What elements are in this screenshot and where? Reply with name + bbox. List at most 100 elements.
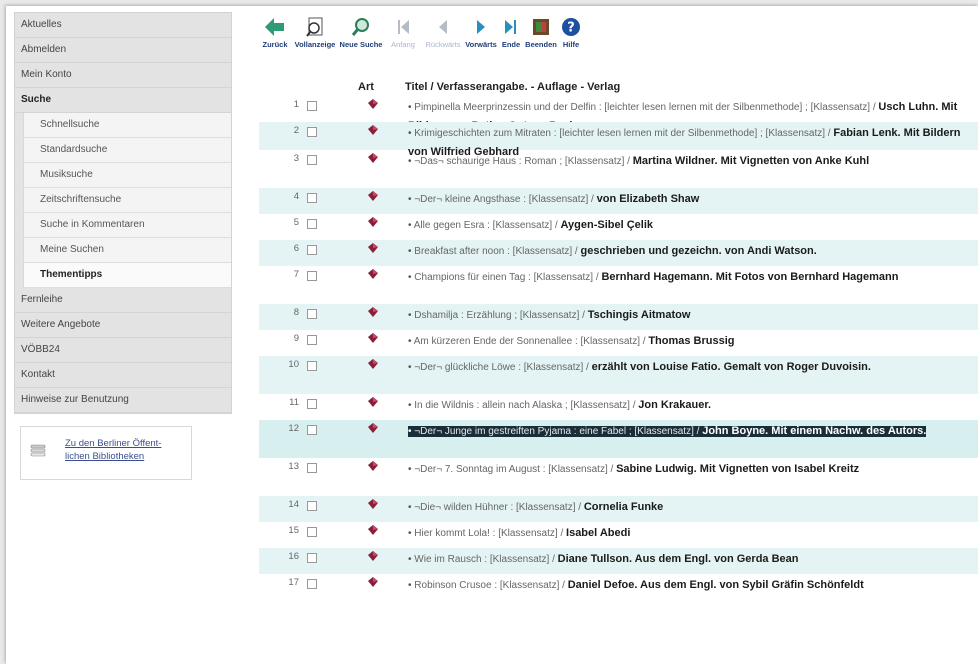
berlin-libraries-link[interactable]: Zu den Berliner Öffent-lichen Bibliothek…	[65, 437, 185, 463]
title-text: ¬Der¬ Junge im gestreiften Pyjama : eine…	[414, 426, 700, 437]
sidebar-item-hinweise-zur-benutzung[interactable]: Hinweise zur Benutzung	[15, 388, 231, 413]
book-icon	[368, 99, 378, 109]
row-checkbox[interactable]	[307, 219, 317, 229]
author-text: Martina Wildner. Mit Vignetten von Anke …	[632, 155, 870, 167]
sidebar-item-weitere-angebote[interactable]: Weitere Angebote	[15, 313, 231, 338]
book-icon	[368, 359, 378, 369]
table-row[interactable]: 12 • ¬Der¬ Junge im gestreiften Pyjama : …	[259, 420, 978, 458]
table-row[interactable]: 4 • ¬Der¬ kleine Angsthase : [Klassensatz…	[259, 188, 978, 214]
row-title[interactable]: • ¬Der¬ 7. Sonntag im August : [Klassens…	[408, 460, 978, 479]
help-button[interactable]: ? Hilfe	[546, 14, 596, 49]
table-row[interactable]: 5 • Alle gegen Esra : [Klassensatz] / Ayg…	[259, 214, 978, 240]
row-checkbox[interactable]	[307, 463, 317, 473]
row-checkbox[interactable]	[307, 271, 317, 281]
sidebar-item-mein-konto[interactable]: Mein Konto	[15, 63, 231, 88]
sidebar-item-zeitschriftensuche[interactable]: Zeitschriftensuche	[23, 188, 231, 213]
row-number: 13	[288, 461, 299, 472]
row-title[interactable]: • Champions für einen Tag : [Klassensatz…	[408, 268, 978, 287]
table-row[interactable]: 13 • ¬Der¬ 7. Sonntag im August : [Klasse…	[259, 458, 978, 496]
row-number: 2	[293, 125, 299, 136]
row-title[interactable]: • ¬Der¬ Junge im gestreiften Pyjama : ei…	[408, 422, 978, 441]
title-text: Alle gegen Esra : [Klassensatz] /	[413, 220, 558, 231]
sidebar-item-thementipps[interactable]: Thementipps	[23, 263, 231, 288]
sidebar-item-standardsuche[interactable]: Standardsuche	[23, 138, 231, 163]
row-number: 15	[288, 525, 299, 536]
row-number: 16	[288, 551, 299, 562]
new-search-icon	[351, 18, 369, 36]
title-text: ¬Das¬ schaurige Haus : Roman ; [Klassens…	[414, 156, 630, 167]
sidebar-item-suche[interactable]: Suche	[15, 88, 231, 113]
table-row[interactable]: 14 • ¬Die¬ wilden Hühner : [Klassensatz] …	[259, 496, 978, 522]
book-icon	[368, 499, 378, 509]
row-checkbox[interactable]	[307, 127, 317, 137]
book-icon	[368, 525, 378, 535]
row-title[interactable]: • Am kürzeren Ende der Sonnenallee : [Kl…	[408, 332, 978, 351]
row-title[interactable]: • ¬Der¬ glückliche Löwe : [Klassensatz] …	[408, 358, 978, 377]
author-text: Daniel Defoe. Aus dem Engl. von Sybil Gr…	[567, 579, 864, 591]
sidebar-item-meine-suchen[interactable]: Meine Suchen	[23, 238, 231, 263]
row-title[interactable]: • Robinson Crusoe : [Klassensatz] / Dani…	[408, 576, 978, 595]
table-row[interactable]: 17 • Robinson Crusoe : [Klassensatz] / Da…	[259, 574, 978, 614]
table-row[interactable]: 15 • Hier kommt Lola! : [Klassensatz] / I…	[259, 522, 978, 548]
row-checkbox[interactable]	[307, 501, 317, 511]
author-text: Diane Tullson. Aus dem Engl. von Gerda B…	[557, 553, 799, 565]
table-row[interactable]: 10 • ¬Der¬ glückliche Löwe : [Klassensatz…	[259, 356, 978, 394]
sidebar-item-schnellsuche[interactable]: Schnellsuche	[23, 113, 231, 138]
row-checkbox[interactable]	[307, 193, 317, 203]
table-row[interactable]: 3 • ¬Das¬ schaurige Haus : Roman ; [Klass…	[259, 150, 978, 188]
row-checkbox[interactable]	[307, 309, 317, 319]
sidebar-item-musiksuche[interactable]: Musiksuche	[23, 163, 231, 188]
row-number: 4	[293, 191, 299, 202]
sidebar-item-abmelden[interactable]: Abmelden	[15, 38, 231, 63]
table-row[interactable]: 1 • Pimpinella Meerprinzessin und der Del…	[259, 96, 978, 132]
title-text: Champions für einen Tag : [Klassensatz] …	[414, 272, 599, 283]
row-checkbox[interactable]	[307, 579, 317, 589]
author-text: Aygen-Sibel Çelik	[560, 219, 653, 231]
sidebar-item-vöbb24[interactable]: VÖBB24	[15, 338, 231, 363]
row-number: 11	[289, 397, 299, 408]
row-title[interactable]: • In die Wildnis : allein nach Alaska ; …	[408, 396, 978, 415]
table-row[interactable]: 7 • Champions für einen Tag : [Klassensat…	[259, 266, 978, 304]
row-number: 3	[293, 153, 299, 164]
book-icon	[368, 333, 378, 343]
title-text: Dshamilja : Erzählung ; [Klassensatz] /	[414, 310, 585, 321]
row-title[interactable]: • Alle gegen Esra : [Klassensatz] / Ayge…	[408, 216, 978, 235]
row-checkbox[interactable]	[307, 245, 317, 255]
sidebar-item-kontakt[interactable]: Kontakt	[15, 363, 231, 388]
row-checkbox[interactable]	[307, 335, 317, 345]
row-checkbox[interactable]	[307, 361, 317, 371]
title-text: Wie im Rausch : [Klassensatz] /	[414, 554, 555, 565]
row-checkbox[interactable]	[307, 527, 317, 537]
row-number: 6	[293, 243, 299, 254]
full-view-button[interactable]: Vollanzeige	[290, 14, 340, 49]
row-title[interactable]: • Dshamilja : Erzählung ; [Klassensatz] …	[408, 306, 978, 325]
row-checkbox[interactable]	[307, 425, 317, 435]
table-row[interactable]: 11 • In die Wildnis : allein nach Alaska …	[259, 394, 978, 420]
row-number: 5	[293, 217, 299, 228]
table-row[interactable]: 6 • Breakfast after noon : [Klassensatz] …	[259, 240, 978, 266]
table-row[interactable]: 9 • Am kürzeren Ende der Sonnenallee : [K…	[259, 330, 978, 356]
sidebar-item-suche-in-kommentaren[interactable]: Suche in Kommentaren	[23, 213, 231, 238]
row-title[interactable]: • ¬Das¬ schaurige Haus : Roman ; [Klasse…	[408, 152, 978, 171]
first-page-icon	[398, 20, 409, 34]
row-title[interactable]: • Breakfast after noon : [Klassensatz] /…	[408, 242, 978, 261]
title-text: Pimpinella Meerprinzessin und der Delfin…	[414, 102, 876, 113]
table-row[interactable]: 16 • Wie im Rausch : [Klassensatz] / Dian…	[259, 548, 978, 574]
author-text: Tschingis Aitmatow	[587, 309, 691, 321]
help-label: Hilfe	[562, 40, 580, 49]
row-checkbox[interactable]	[307, 101, 317, 111]
row-title[interactable]: • ¬Die¬ wilden Hühner : [Klassensatz] / …	[408, 498, 978, 517]
sidebar-item-aktuelles[interactable]: Aktuelles	[15, 13, 231, 38]
author-text: John Boyne. Mit einem Nachw. des Autors.	[702, 425, 927, 437]
table-header: Art Titel / Verfasserangabe. - Auflage -…	[259, 78, 978, 96]
row-checkbox[interactable]	[307, 155, 317, 165]
row-title[interactable]: • Wie im Rausch : [Klassensatz] / Diane …	[408, 550, 978, 569]
row-title[interactable]: • ¬Der¬ kleine Angsthase : [Klassensatz]…	[408, 190, 978, 209]
row-title[interactable]: • Hier kommt Lola! : [Klassensatz] / Isa…	[408, 524, 978, 543]
table-row[interactable]: 8 • Dshamilja : Erzählung ; [Klassensatz]…	[259, 304, 978, 330]
row-checkbox[interactable]	[307, 553, 317, 563]
table-row[interactable]: 2 • Krimigeschichten zum Mitraten : [leic…	[259, 122, 978, 158]
book-icon	[368, 307, 378, 317]
sidebar-item-fernleihe[interactable]: Fernleihe	[15, 288, 231, 313]
row-checkbox[interactable]	[307, 399, 317, 409]
